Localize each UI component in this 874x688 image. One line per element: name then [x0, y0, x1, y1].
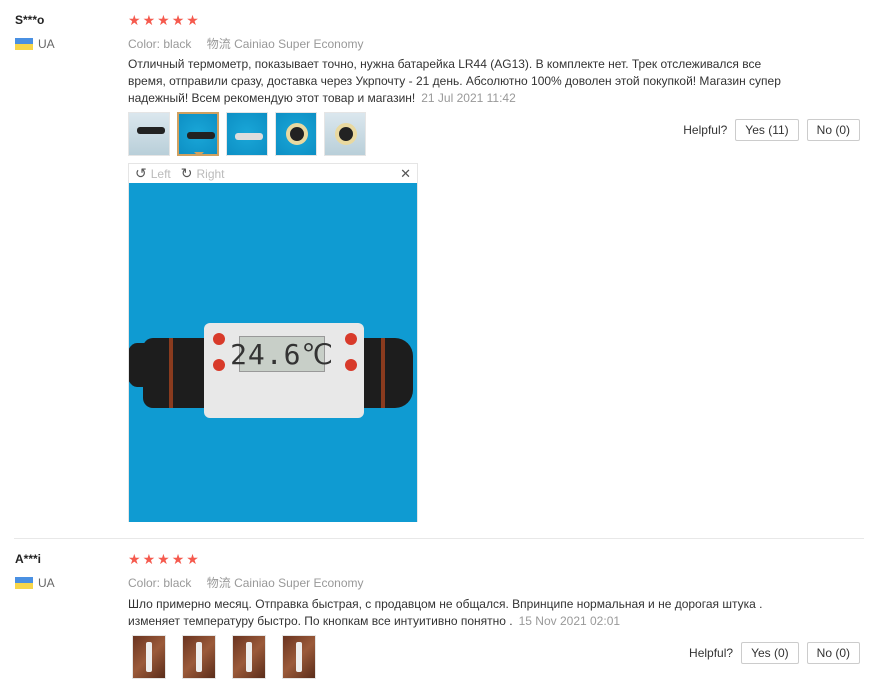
review-photo-thumb[interactable] — [132, 635, 166, 679]
review-photo-thumb[interactable] — [324, 112, 366, 156]
color-value: black — [163, 37, 192, 51]
helpful-no-button[interactable]: No (0) — [806, 119, 860, 141]
review-date: 21 Jul 2021 11:42 — [421, 91, 516, 105]
review-photo-thumb[interactable] — [226, 112, 268, 156]
review-text-block: Шло примерно месяц. Отправка быстрая, с … — [128, 596, 798, 630]
review-photo-thumb[interactable] — [128, 112, 170, 156]
helpful-controls: Helpful? Yes (11) No (0) — [683, 119, 860, 141]
color-key: Color: — [128, 37, 161, 51]
thermometer-display: 24.6℃ — [230, 336, 334, 372]
review-photo-thumb[interactable] — [177, 112, 219, 156]
star-icon: ★ — [171, 12, 186, 28]
reviewer-name: A***i — [15, 552, 42, 566]
photo-viewer: ↺ Left ↻ Right ✕ 24.6℃ — [128, 163, 418, 522]
star-icon: ★ — [157, 551, 171, 567]
country-code: UA — [38, 37, 55, 51]
rotate-left-icon: ↺ — [135, 165, 147, 181]
rotate-left-button[interactable]: ↺ Left — [135, 165, 171, 182]
helpful-yes-button[interactable]: Yes (0) — [741, 642, 799, 664]
star-icon: ★ — [186, 12, 200, 28]
rotate-left-label: Left — [150, 166, 171, 181]
helpful-label: Helpful? — [683, 123, 728, 137]
review-date: 15 Nov 2021 02:01 — [518, 614, 621, 628]
star-icon: ★ — [128, 12, 142, 28]
review-photos — [132, 635, 316, 679]
star-icon: ★ — [186, 551, 200, 567]
rotate-right-button[interactable]: ↻ Right — [181, 165, 225, 182]
close-icon[interactable]: ✕ — [400, 166, 411, 182]
color-value: black — [163, 576, 192, 590]
reviewer-country: UA — [15, 576, 55, 590]
star-icon: ★ — [128, 551, 142, 567]
rotate-right-label: Right — [196, 166, 225, 181]
shipping-value: Cainiao Super Economy — [234, 37, 364, 51]
review-photo-thumb[interactable] — [182, 635, 216, 679]
reviewer-country: UA — [15, 37, 55, 51]
review-item: A***i UA ★ ★ ★ ★ ★ Color: black 物流 Cainiao S… — [0, 540, 874, 688]
review-photo-thumb[interactable] — [275, 112, 317, 156]
photo-viewer-toolbar: ↺ Left ↻ Right ✕ — [129, 164, 417, 183]
review-attributes: Color: black 物流 Cainiao Super Economy — [128, 35, 363, 52]
star-icon: ★ — [142, 12, 157, 28]
review-photo-thumb[interactable] — [232, 635, 266, 679]
rotate-right-icon: ↻ — [180, 165, 193, 181]
review-divider — [14, 538, 864, 539]
shipping-value: Cainiao Super Economy — [234, 576, 364, 590]
shipping-key: 物流 — [206, 576, 231, 590]
helpful-controls: Helpful? Yes (0) No (0) — [689, 642, 860, 664]
ukraine-flag-icon — [15, 38, 33, 50]
star-rating: ★ ★ ★ ★ ★ — [128, 551, 200, 568]
helpful-no-button[interactable]: No (0) — [806, 642, 860, 664]
color-key: Color: — [128, 576, 161, 590]
star-rating: ★ ★ ★ ★ ★ — [128, 12, 200, 29]
review-photos — [128, 112, 366, 156]
country-code: UA — [38, 576, 55, 590]
review-text: Шло примерно месяц. Отправка быстрая, с … — [128, 597, 763, 628]
star-icon: ★ — [171, 551, 186, 567]
star-icon: ★ — [157, 12, 171, 28]
ukraine-flag-icon — [15, 577, 33, 589]
shipping-key: 物流 — [206, 37, 231, 51]
review-item: S***o UA ★ ★ ★ ★ ★ Color: black 物流 Cainiao S… — [0, 0, 874, 540]
star-icon: ★ — [142, 551, 157, 567]
helpful-yes-button[interactable]: Yes (11) — [735, 119, 799, 141]
review-text-block: Отличный термометр, показывает точно, ну… — [128, 56, 798, 107]
enlarged-review-photo: 24.6℃ — [129, 183, 417, 522]
review-attributes: Color: black 物流 Cainiao Super Economy — [128, 574, 363, 591]
review-photo-thumb[interactable] — [282, 635, 316, 679]
helpful-label: Helpful? — [689, 646, 734, 660]
reviewer-name: S***o — [15, 13, 45, 27]
